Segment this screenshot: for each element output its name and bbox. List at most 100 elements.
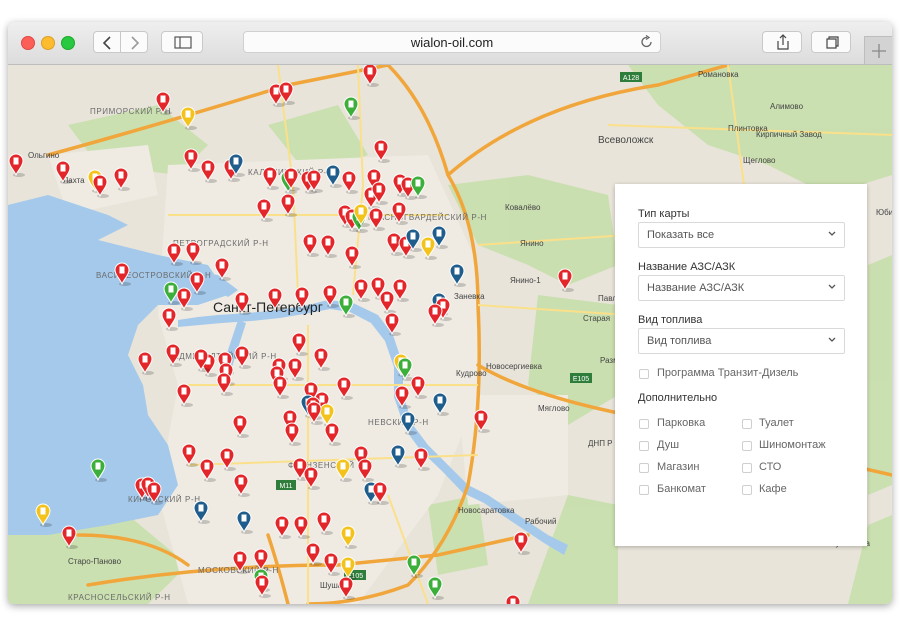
fuel-pump-icon xyxy=(283,85,289,93)
parking-checkbox[interactable] xyxy=(639,419,649,429)
fuel-pump-icon xyxy=(239,295,245,303)
fuel-pump-icon xyxy=(358,207,364,215)
fuel-pump-icon xyxy=(432,580,438,588)
fuel-pump-icon xyxy=(297,461,303,469)
minimize-window-button[interactable] xyxy=(41,36,55,50)
chevron-down-icon xyxy=(828,337,836,342)
fuel-pump-icon xyxy=(324,407,330,415)
fuel-pump-icon xyxy=(562,272,568,280)
cafe-label: Кафе xyxy=(759,483,787,495)
fuel-pump-icon xyxy=(328,556,334,564)
place-label: Юбилейный xyxy=(876,208,892,217)
back-button[interactable] xyxy=(93,31,121,53)
map-type-select[interactable]: Показать все xyxy=(638,222,845,248)
fuel-pump-icon xyxy=(330,168,336,176)
fuel-pump-icon xyxy=(478,413,484,421)
fuel-pump-icon xyxy=(237,554,243,562)
place-label: Старо-Паново xyxy=(68,557,122,566)
sidebar-button[interactable] xyxy=(161,31,203,53)
district-label: ПРИМОРСКИЙ Р-Н xyxy=(90,107,171,116)
fuel-pump-icon xyxy=(166,311,172,319)
cafe-checkbox[interactable] xyxy=(742,485,752,495)
shop-checkbox[interactable] xyxy=(639,463,649,473)
map-type-label: Тип карты xyxy=(638,208,690,220)
fuel-pump-icon xyxy=(325,238,331,246)
fuel-pump-icon xyxy=(454,267,460,275)
station-name-select[interactable]: Название АЗС/АЗК xyxy=(638,275,845,301)
zoom-window-button[interactable] xyxy=(61,36,75,50)
fuel-pump-icon xyxy=(345,529,351,537)
fuel-pump-icon xyxy=(258,552,264,560)
fuel-pump-icon xyxy=(287,413,293,421)
fuel-pump-icon xyxy=(298,519,304,527)
tire-service-checkbox[interactable] xyxy=(742,441,752,451)
sidebar-icon xyxy=(174,36,192,49)
place-label: Мяглово xyxy=(538,404,570,413)
atm-checkbox[interactable] xyxy=(639,485,649,495)
chevron-down-icon xyxy=(828,231,836,236)
plus-icon xyxy=(872,44,886,58)
transit-program-checkbox[interactable] xyxy=(639,369,649,379)
fuel-pump-icon xyxy=(375,280,381,288)
fuel-pump-icon xyxy=(239,349,245,357)
fuel-pump-icon xyxy=(367,67,373,75)
parking-label: Парковка xyxy=(657,417,706,429)
fuel-pump-icon xyxy=(437,396,443,404)
address-bar[interactable]: wialon-oil.com xyxy=(243,31,661,53)
toilet-checkbox[interactable] xyxy=(742,419,752,429)
fuel-pump-icon xyxy=(319,395,325,403)
fuel-pump-icon xyxy=(273,87,279,95)
fuel-pump-icon xyxy=(391,236,397,244)
fuel-pump-icon xyxy=(224,451,230,459)
fuel-pump-icon xyxy=(343,580,349,588)
new-tab-button[interactable] xyxy=(864,36,892,64)
fuel-pump-icon xyxy=(170,347,176,355)
fuel-pump-icon xyxy=(288,171,294,179)
svg-text:А128: А128 xyxy=(623,75,639,82)
fuel-pump-icon xyxy=(399,389,405,397)
shower-checkbox[interactable] xyxy=(639,441,649,451)
fuel-pump-icon xyxy=(261,202,267,210)
fuel-pump-icon xyxy=(142,355,148,363)
shop-label: Магазин xyxy=(657,461,700,473)
forward-button[interactable] xyxy=(120,31,148,53)
tabs-overview-button[interactable] xyxy=(811,31,851,53)
fuel-pump-icon xyxy=(259,578,265,586)
reload-icon[interactable] xyxy=(640,35,654,49)
place-label: Алимово xyxy=(770,102,804,111)
service-station-checkbox[interactable] xyxy=(742,463,752,473)
fuel-pump-icon xyxy=(181,291,187,299)
fuel-pump-icon xyxy=(410,232,416,240)
fuel-pump-icon xyxy=(118,171,124,179)
share-button[interactable] xyxy=(762,31,802,53)
fuel-pump-icon xyxy=(308,385,314,393)
fuel-pump-icon xyxy=(378,143,384,151)
fuel-pump-icon xyxy=(321,515,327,523)
fuel-pump-icon xyxy=(373,211,379,219)
fuel-pump-icon xyxy=(219,261,225,269)
fuel-pump-icon xyxy=(345,560,351,568)
place-label: Ковалёво xyxy=(505,203,541,212)
station-name-placeholder: Название АЗС/АЗК xyxy=(647,282,745,294)
place-label: Янино-1 xyxy=(510,276,541,285)
fuel-pump-icon xyxy=(415,379,421,387)
fuel-pump-icon xyxy=(296,336,302,344)
fuel-pump-icon xyxy=(181,387,187,395)
fuel-pump-icon xyxy=(238,477,244,485)
fuel-pump-icon xyxy=(349,249,355,257)
fuel-pump-icon xyxy=(198,504,204,512)
place-label: Новосергиевка xyxy=(486,362,542,371)
fuel-pump-icon xyxy=(308,470,314,478)
fuel-pump-icon xyxy=(362,462,368,470)
fuel-pump-icon xyxy=(171,246,177,254)
fuel-pump-icon xyxy=(233,157,239,165)
fuel-pump-icon xyxy=(377,485,383,493)
close-window-button[interactable] xyxy=(21,36,35,50)
place-label: ДНП Р xyxy=(588,439,613,448)
place-label: Ольгино xyxy=(28,151,60,160)
fuel-type-select[interactable]: Вид топлива xyxy=(638,328,845,354)
shower-label: Душ xyxy=(657,439,680,451)
fuel-pump-icon xyxy=(389,316,395,324)
fuel-pump-icon xyxy=(66,529,72,537)
fuel-pump-icon xyxy=(186,447,192,455)
